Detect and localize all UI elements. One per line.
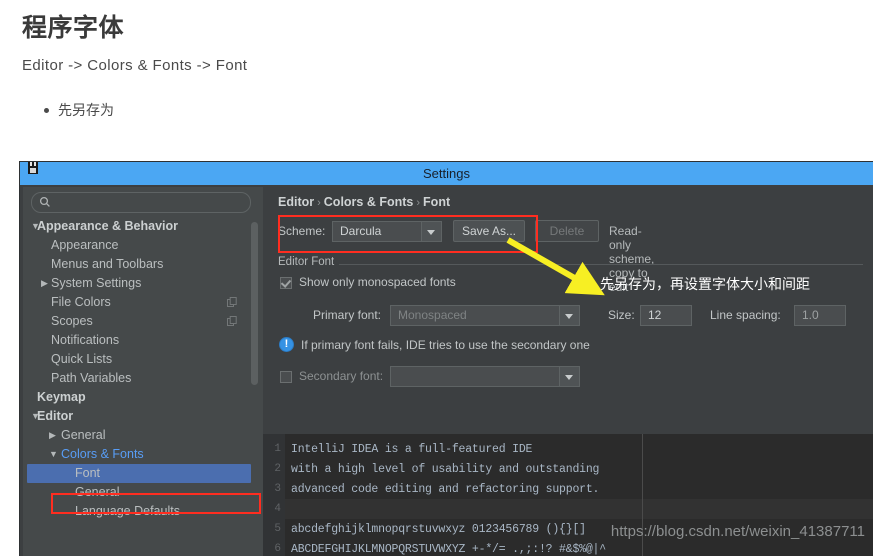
screenshot-root: 程序字体 Editor -> Colors & Fonts -> Font 先另… bbox=[0, 0, 873, 556]
sidebar-selection-highlight bbox=[27, 464, 251, 483]
editor-font-group-divider bbox=[278, 264, 863, 265]
show-monospaced-checkbox[interactable] bbox=[280, 277, 292, 289]
size-label: Size: bbox=[608, 308, 635, 322]
secondary-font-checkbox[interactable] bbox=[280, 371, 292, 383]
editor-line-number: 3 bbox=[274, 483, 281, 495]
font-preview-editor[interactable]: 1 IntelliJ IDEA is a full-featured IDE 2 wi… bbox=[263, 434, 873, 556]
sidebar-item-menus-and-toolbars[interactable]: Menus and Toolbars bbox=[23, 255, 263, 274]
editor-line-number: 1 bbox=[274, 443, 281, 455]
sidebar-item-label: Appearance & Behavior bbox=[37, 219, 179, 233]
sidebar-item-scopes[interactable]: Scopes bbox=[23, 312, 263, 331]
chevron-right-icon[interactable]: ▶ bbox=[49, 426, 56, 445]
show-monospaced-label: Show only monospaced fonts bbox=[299, 275, 456, 289]
sidebar-item-colors-fonts[interactable]: ▼ Colors & Fonts bbox=[23, 445, 263, 464]
sidebar-item-general[interactable]: ▶ General bbox=[23, 426, 263, 445]
chevron-down-icon[interactable] bbox=[559, 367, 579, 386]
primary-font-label: Primary font: bbox=[313, 308, 382, 322]
breadcrumb-item[interactable]: Font bbox=[423, 195, 450, 209]
chevron-right-icon[interactable]: ▶ bbox=[41, 274, 48, 293]
sidebar-item-file-colors[interactable]: File Colors bbox=[23, 293, 263, 312]
copy-icon bbox=[227, 316, 237, 326]
line-spacing-label: Line spacing: bbox=[710, 308, 781, 322]
sidebar-item-label: Font bbox=[75, 466, 101, 480]
sidebar-item-label: Menus and Toolbars bbox=[51, 257, 164, 271]
annotation-box-font-item bbox=[51, 493, 261, 514]
sidebar-item-label: Notifications bbox=[51, 333, 120, 347]
secondary-font-combobox[interactable] bbox=[390, 366, 580, 387]
breadcrumb: Editor › Colors & Fonts › Font bbox=[278, 195, 450, 209]
sidebar-item-label: Keymap bbox=[37, 390, 86, 404]
article-path-line: Editor -> Colors & Fonts -> Font bbox=[22, 57, 248, 74]
editor-caret-line bbox=[285, 499, 873, 519]
search-input[interactable] bbox=[56, 193, 248, 214]
sidebar-item-quick-lists[interactable]: Quick Lists bbox=[23, 350, 263, 369]
sidebar-item-label: File Colors bbox=[51, 295, 111, 309]
article-bullet-label: 先另存为 bbox=[58, 102, 114, 118]
editor-line-number: 4 bbox=[274, 503, 281, 515]
annotation-callout-text: 先另存为，再设置字体大小和间距 bbox=[600, 276, 810, 292]
sidebar-scrollbar[interactable] bbox=[251, 222, 258, 385]
sidebar-item-font[interactable]: Font bbox=[23, 464, 263, 483]
fallback-font-note: If primary font fails, IDE tries to use … bbox=[301, 338, 590, 352]
sidebar-item-label: Appearance bbox=[51, 238, 119, 252]
editor-line-text: abcdefghijklmnopqrstuvwxyz 0123456789 ()… bbox=[291, 523, 586, 536]
info-icon bbox=[279, 337, 294, 352]
sidebar-item-appearance[interactable]: Appearance bbox=[23, 236, 263, 255]
editor-line-text: advanced code editing and refactoring su… bbox=[291, 483, 600, 496]
annotation-box-scheme bbox=[278, 215, 538, 253]
editor-line-text: with a high level of usability and outst… bbox=[291, 463, 600, 476]
sidebar-item-label: Scopes bbox=[51, 314, 93, 328]
search-box[interactable] bbox=[31, 192, 251, 214]
editor-line-number: 2 bbox=[274, 463, 281, 475]
breadcrumb-separator: › bbox=[317, 197, 321, 209]
sidebar-item-label: General bbox=[61, 428, 106, 442]
sidebar-item-label: Colors & Fonts bbox=[61, 447, 144, 461]
breadcrumb-separator: › bbox=[416, 197, 421, 209]
delete-button: Delete bbox=[535, 220, 599, 242]
sidebar-item-keymap[interactable]: Keymap bbox=[23, 388, 263, 407]
dialog-titlebar[interactable]: Settings bbox=[20, 162, 873, 185]
line-spacing-value: 1.0 bbox=[802, 308, 819, 322]
sidebar-item-system-settings[interactable]: ▶ System Settings bbox=[23, 274, 263, 293]
primary-font-combobox[interactable]: Monospaced bbox=[390, 305, 580, 326]
sidebar-item-label: Quick Lists bbox=[51, 352, 113, 366]
editor-line-text: ABCDEFGHIJKLMNOPQRSTUVWXYZ +-*/= .,;:!? … bbox=[291, 543, 606, 556]
settings-dialog: Settings ▼ Appearance & Behavior Appearanc… bbox=[20, 162, 873, 556]
secondary-font-label: Secondary font: bbox=[299, 369, 384, 383]
sidebar-item-notifications[interactable]: Notifications bbox=[23, 331, 263, 350]
search-icon bbox=[39, 196, 50, 207]
sidebar-item-label: Path Variables bbox=[51, 371, 132, 385]
chevron-down-icon[interactable]: ▼ bbox=[49, 445, 58, 464]
sidebar-item-label: System Settings bbox=[51, 276, 142, 290]
dialog-title: Settings bbox=[423, 166, 470, 181]
primary-font-value: Monospaced bbox=[398, 308, 467, 322]
chevron-down-icon[interactable] bbox=[559, 306, 579, 325]
settings-tree: ▼ Appearance & Behavior Appearance Menus an… bbox=[23, 217, 263, 521]
editor-line-text: IntelliJ IDEA is a full-featured IDE bbox=[291, 443, 533, 456]
breadcrumb-item[interactable]: Editor bbox=[278, 195, 314, 209]
size-field[interactable]: 12 bbox=[640, 305, 692, 326]
line-spacing-field[interactable]: 1.0 bbox=[794, 305, 846, 326]
article-bullet-item: 先另存为 bbox=[44, 100, 114, 120]
breadcrumb-item[interactable]: Colors & Fonts bbox=[324, 195, 414, 209]
watermark-url: https://blog.csdn.net/weixin_41387711 bbox=[610, 523, 865, 540]
editor-line-number: 6 bbox=[274, 543, 281, 555]
sidebar-item-label: Editor bbox=[37, 409, 74, 423]
editor-line-number: 5 bbox=[274, 523, 281, 535]
size-value: 12 bbox=[648, 308, 662, 322]
copy-icon bbox=[227, 297, 237, 307]
bullet-dot-icon bbox=[44, 107, 49, 113]
sidebar-item-editor[interactable]: ▼ Editor bbox=[23, 407, 263, 426]
page-title: 程序字体 bbox=[22, 14, 125, 42]
sidebar-item-appearance-behavior[interactable]: ▼ Appearance & Behavior bbox=[23, 217, 263, 236]
sidebar-item-path-variables[interactable]: Path Variables bbox=[23, 369, 263, 388]
editor-font-group-title: Editor Font bbox=[278, 256, 340, 268]
